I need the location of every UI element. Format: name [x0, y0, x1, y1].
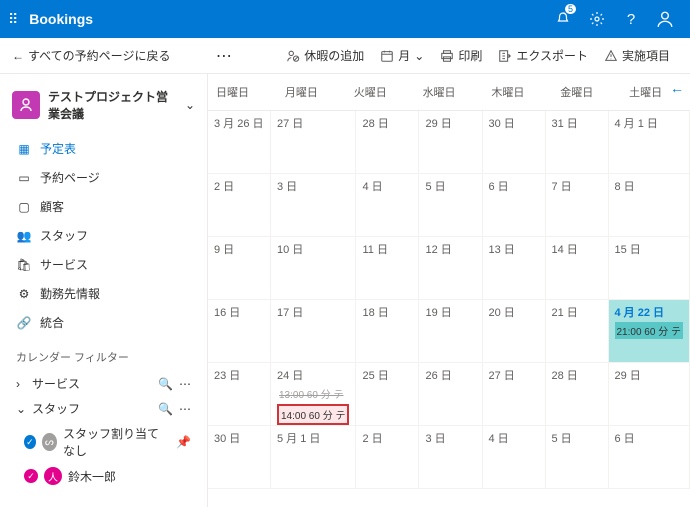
- day-cell[interactable]: 11 日: [356, 237, 419, 300]
- month-dropdown[interactable]: 月 ⌄: [372, 38, 432, 74]
- export-icon: [498, 49, 512, 63]
- warning-icon: [604, 49, 618, 63]
- day-cell[interactable]: 8 日: [609, 174, 690, 237]
- day-cell-today[interactable]: 4 月 22 日 21:00 60 分 テ: [609, 300, 690, 363]
- day-cell[interactable]: 10 日: [271, 237, 356, 300]
- sidebar-item-schedule[interactable]: ▦予定表: [0, 134, 207, 163]
- notif-badge: 5: [565, 4, 576, 14]
- day-cell[interactable]: 28 日: [356, 111, 419, 174]
- sidebar-item-customers[interactable]: ▢顧客: [0, 192, 207, 221]
- day-cell[interactable]: 13 日: [483, 237, 546, 300]
- staff-row-unassigned[interactable]: ✓ ᔕ スタッフ割り当てなし 📌: [0, 421, 207, 463]
- day-cell[interactable]: 12 日: [419, 237, 482, 300]
- person-block-icon: [286, 49, 300, 63]
- print-button[interactable]: 印刷: [432, 38, 490, 74]
- day-cell[interactable]: 4 日: [356, 174, 419, 237]
- sidebar: テストプロジェクト営業会議 ⌄ ▦予定表 ▭予約ページ ▢顧客 👥スタッフ 🛍サ…: [0, 74, 208, 507]
- day-cell[interactable]: 30 日: [483, 111, 546, 174]
- day-cell[interactable]: 27 日: [483, 363, 546, 426]
- day-cell[interactable]: 5 月 1 日: [271, 426, 356, 489]
- print-icon: [440, 49, 454, 63]
- day-cell[interactable]: 29 日: [419, 111, 482, 174]
- avatar: ᔕ: [42, 433, 57, 451]
- project-selector[interactable]: テストプロジェクト営業会議 ⌄: [0, 82, 207, 134]
- filter-staff-toggle[interactable]: ⌄ スタッフ 🔍 ⋯: [0, 396, 207, 421]
- account-button[interactable]: [648, 0, 682, 38]
- more-icon[interactable]: ⋯: [179, 377, 191, 391]
- waffle-icon[interactable]: ⠿: [8, 11, 17, 28]
- chevron-down-icon: ⌄: [414, 49, 424, 63]
- back-arrow-icon: ←: [12, 49, 24, 63]
- day-cell[interactable]: 9 日: [208, 237, 271, 300]
- day-cell[interactable]: 17 日: [271, 300, 356, 363]
- checked-icon: ✓: [24, 469, 38, 483]
- day-cell[interactable]: 27 日: [271, 111, 356, 174]
- help-button[interactable]: ?: [614, 0, 648, 38]
- sidebar-item-integrations[interactable]: 🔗統合: [0, 308, 207, 337]
- weekday-header: 日曜日月曜日火曜日水曜日木曜日金曜日土曜日: [208, 74, 690, 111]
- day-cell[interactable]: 24 日 13:00 60 分 テ 14:00 60 分 テ: [271, 363, 356, 426]
- more-button[interactable]: ⋯: [208, 46, 241, 66]
- day-cell[interactable]: 26 日: [419, 363, 482, 426]
- day-cell[interactable]: 25 日: [356, 363, 419, 426]
- day-cell[interactable]: 20 日: [483, 300, 546, 363]
- day-cell[interactable]: 14 日: [546, 237, 609, 300]
- day-cell[interactable]: 3 月 26 日: [208, 111, 271, 174]
- sidebar-item-booking-page[interactable]: ▭予約ページ: [0, 163, 207, 192]
- back-link[interactable]: ← すべての予約ページに戻る: [12, 47, 170, 64]
- chevron-down-icon: ⌄: [185, 98, 195, 112]
- search-icon[interactable]: 🔍: [158, 402, 173, 416]
- day-cell[interactable]: 28 日: [546, 363, 609, 426]
- day-cell[interactable]: 4 月 1 日: [609, 111, 690, 174]
- day-cell[interactable]: 19 日: [419, 300, 482, 363]
- sidebar-item-services[interactable]: 🛍サービス: [0, 250, 207, 279]
- event-highlighted[interactable]: 14:00 60 分 テ: [277, 404, 349, 425]
- staff-row-member[interactable]: ✓ 人 鈴木一郎: [0, 463, 207, 489]
- day-cell[interactable]: 5 日: [419, 174, 482, 237]
- filter-title: カレンダー フィルター: [0, 337, 207, 371]
- sidebar-item-staff[interactable]: 👥スタッフ: [0, 221, 207, 250]
- settings-button[interactable]: [580, 0, 614, 38]
- day-cell[interactable]: 21 日: [546, 300, 609, 363]
- day-cell[interactable]: 16 日: [208, 300, 271, 363]
- day-cell[interactable]: 30 日: [208, 426, 271, 489]
- day-cell[interactable]: 2 日: [208, 174, 271, 237]
- day-cell[interactable]: 31 日: [546, 111, 609, 174]
- more-icon[interactable]: ⋯: [179, 402, 191, 416]
- collapse-panel-button[interactable]: ←: [670, 80, 684, 96]
- day-cell[interactable]: 4 日: [483, 426, 546, 489]
- event-cancelled[interactable]: 13:00 60 分 テ: [277, 385, 349, 402]
- add-timeoff-button[interactable]: 休暇の追加: [278, 38, 372, 74]
- search-icon[interactable]: 🔍: [158, 377, 173, 391]
- chevron-right-icon: ›: [16, 377, 26, 391]
- day-cell[interactable]: 6 日: [483, 174, 546, 237]
- calendar-icon: [380, 49, 394, 63]
- event[interactable]: 21:00 60 分 テ: [615, 322, 683, 339]
- day-cell[interactable]: 15 日: [609, 237, 690, 300]
- day-cell[interactable]: 23 日: [208, 363, 271, 426]
- day-cell[interactable]: 5 日: [546, 426, 609, 489]
- project-icon: [12, 91, 40, 119]
- filter-services-toggle[interactable]: › サービス 🔍 ⋯: [0, 371, 207, 396]
- day-cell[interactable]: 29 日: [609, 363, 690, 426]
- day-cell[interactable]: 2 日: [356, 426, 419, 489]
- calendar-view: ← 日曜日月曜日火曜日水曜日木曜日金曜日土曜日 3 月 26 日 27 日 28…: [208, 74, 690, 507]
- day-cell[interactable]: 3 日: [271, 174, 356, 237]
- avatar: 人: [44, 467, 62, 485]
- day-cell[interactable]: 6 日: [609, 426, 690, 489]
- app-title: Bookings: [29, 11, 546, 27]
- sidebar-item-business-info[interactable]: ⚙勤務先情報: [0, 279, 207, 308]
- pin-icon[interactable]: 📌: [176, 435, 191, 449]
- actions-button[interactable]: 実施項目: [596, 38, 678, 74]
- chevron-down-icon: ⌄: [16, 402, 26, 416]
- export-button[interactable]: エクスポート: [490, 38, 596, 74]
- notifications-button[interactable]: 5: [546, 0, 580, 38]
- day-cell[interactable]: 3 日: [419, 426, 482, 489]
- day-cell[interactable]: 7 日: [546, 174, 609, 237]
- checked-icon: ✓: [24, 435, 36, 449]
- day-cell[interactable]: 18 日: [356, 300, 419, 363]
